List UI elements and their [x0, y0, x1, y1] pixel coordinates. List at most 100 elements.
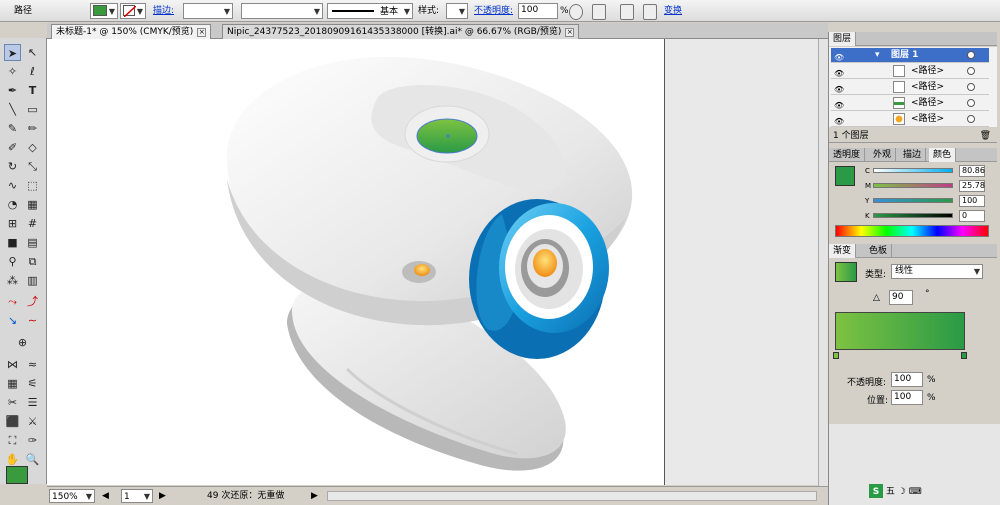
horizontal-scrollbar[interactable] [327, 491, 817, 501]
rectangle-tool-icon[interactable]: ▭ [24, 101, 41, 118]
y-value[interactable]: 100 [959, 195, 985, 207]
stroke-link[interactable]: 描边: [153, 3, 174, 19]
isolate-icon[interactable] [620, 4, 634, 20]
scissors-tool-icon[interactable]: ✂ [4, 394, 21, 411]
rotate-tool-icon[interactable]: ↻ [4, 158, 21, 175]
fill-color-icon[interactable] [6, 466, 28, 484]
close-icon[interactable]: × [565, 28, 575, 37]
eye-icon[interactable]: 👁 [834, 114, 844, 129]
graphic-style-field[interactable]: ▼ [446, 3, 468, 19]
zoom-select[interactable]: 150% ▼ [49, 489, 95, 503]
line-tool-icon[interactable]: ╲ [4, 101, 21, 118]
m-value[interactable]: 25.78 [959, 180, 985, 192]
gradient-preview[interactable] [835, 262, 857, 282]
pen-tool-icon[interactable]: ✒ [4, 82, 21, 99]
variable-width-field[interactable]: ▼ [241, 3, 323, 19]
layer-row-1[interactable]: 👁 ▾ 图层 1 [831, 48, 989, 63]
path-row-2[interactable]: 👁 <路径> [831, 80, 989, 95]
eye-icon[interactable]: 👁 [834, 50, 844, 65]
y-slider[interactable] [873, 198, 953, 203]
ime-logo-icon[interactable]: S [869, 484, 883, 498]
perspective-grid-tool-icon[interactable]: ⊞ [4, 215, 21, 232]
selection-tool-icon[interactable]: ➤ [4, 44, 21, 61]
opacity-link[interactable]: 不透明度: [474, 3, 513, 19]
width-tool-icon[interactable]: ⋈ [4, 356, 21, 373]
target-icon[interactable] [967, 67, 975, 75]
canvas[interactable] [47, 39, 828, 485]
scale-tool-icon[interactable]: ⤡ [24, 158, 41, 175]
gradient-stop-start[interactable] [833, 352, 839, 359]
tab-color[interactable]: 颜色 [929, 148, 957, 162]
delete-layer-icon[interactable]: 🗑 [980, 129, 991, 143]
close-icon[interactable]: × [197, 28, 207, 37]
mesh-tool-icon[interactable]: # [24, 215, 41, 232]
k-value[interactable]: 0 [959, 210, 985, 222]
target-icon[interactable] [967, 99, 975, 107]
eraser-tool-icon[interactable]: ◇ [24, 139, 41, 156]
eyedropper-tool-icon[interactable]: ⚲ [4, 253, 21, 270]
m-slider[interactable] [873, 183, 953, 188]
tab-gradient[interactable]: 渐变 [829, 244, 857, 258]
crosshair-tool-icon[interactable]: ⊕ [14, 334, 31, 351]
stop-opacity-input[interactable]: 100 [891, 372, 923, 387]
next-artboard-button[interactable]: ▶ [159, 489, 166, 503]
tab-document-2[interactable]: Nipic_24377523_20180909161435338000 [转换]… [222, 24, 580, 39]
ime-mode[interactable]: 五 [886, 487, 895, 497]
distribute-icon[interactable] [643, 4, 657, 20]
location-input[interactable]: 100 [891, 390, 923, 405]
eye-icon[interactable]: 👁 [834, 98, 844, 113]
pencil-tool-icon[interactable]: ✏ [24, 120, 41, 137]
tab-swatches[interactable]: 色板 [865, 244, 893, 258]
c-slider[interactable] [873, 168, 953, 173]
warp-tool-icon[interactable]: ∿ [4, 177, 21, 194]
keyboard-icon[interactable]: ⌨ [909, 487, 922, 497]
transform-link[interactable]: 变换 [664, 3, 682, 19]
direct-selection-tool-icon[interactable]: ↖ [24, 44, 41, 61]
symbol-sprayer-tool-icon[interactable]: ⁂ [4, 272, 21, 289]
color-spectrum[interactable] [835, 225, 989, 237]
gradient-stop-end[interactable] [961, 352, 967, 359]
lasso-tool-icon[interactable]: ℓ [24, 63, 41, 80]
status-menu-button[interactable]: ▶ [311, 489, 318, 503]
eyedropper-alt-icon[interactable]: ✑ [24, 432, 41, 449]
fill-swatch[interactable]: ▼ [90, 3, 118, 19]
artboard-select[interactable]: 1 ▼ [121, 489, 153, 503]
angle-input[interactable]: 90 [889, 290, 913, 305]
tab-transparency[interactable]: 透明度 [829, 148, 866, 162]
eye-icon[interactable]: 👁 [834, 82, 844, 97]
wave-tool-icon[interactable]: ≈ [24, 356, 41, 373]
crop-tool-icon[interactable]: ⛶ [4, 432, 21, 449]
smooth-tool-icon[interactable]: ∼ [24, 312, 41, 329]
vertical-scrollbar[interactable] [818, 39, 828, 486]
tab-stroke[interactable]: 描边 [899, 148, 927, 162]
blob-brush-tool-icon[interactable]: ✐ [4, 139, 21, 156]
path-row-4[interactable]: 👁 <路径> [831, 112, 989, 127]
first-artboard-button[interactable]: ◀ [102, 489, 109, 503]
gradient-swatch-icon[interactable]: ▤ [24, 234, 41, 251]
target-icon[interactable] [967, 115, 975, 123]
tab-layers[interactable]: 图层 [829, 32, 857, 46]
gradient-type-select[interactable]: 线性 ▼ [891, 264, 983, 279]
convert-anchor-tool-icon[interactable]: ↘ [4, 312, 21, 329]
knife-tool-icon[interactable]: ⚔ [24, 413, 41, 430]
paintbrush-tool-icon[interactable]: ✎ [4, 120, 21, 137]
stroke-swatch[interactable]: ▼ [120, 3, 146, 19]
eye-icon[interactable]: 👁 [834, 66, 844, 81]
current-color-swatch[interactable] [835, 166, 855, 186]
stroke-weight-field[interactable]: ▼ [183, 3, 233, 19]
align-grid-icon[interactable] [592, 4, 606, 20]
curvature-tool-icon[interactable]: ⤴ [24, 293, 41, 310]
brush-definition-field[interactable]: 基本 ▼ [327, 3, 413, 19]
anchor-tool-icon[interactable]: ⤳ [4, 293, 21, 310]
target-icon[interactable] [967, 51, 975, 59]
shape-builder-tool-icon[interactable]: ◔ [4, 196, 21, 213]
expand-icon[interactable]: ▾ [875, 48, 880, 63]
list-icon[interactable]: ☰ [24, 394, 41, 411]
path-row-3[interactable]: 👁 <路径> [831, 96, 989, 111]
moon-icon[interactable]: ☽ [898, 487, 906, 497]
path-row-1[interactable]: 👁 <路径> [831, 64, 989, 79]
live-paint-tool-icon[interactable]: ▦ [24, 196, 41, 213]
slice-tool-icon[interactable]: ⚟ [24, 375, 41, 392]
artboard-tool-icon[interactable]: ⬛ [4, 413, 21, 430]
graph-tool-icon[interactable]: ▥ [24, 272, 41, 289]
